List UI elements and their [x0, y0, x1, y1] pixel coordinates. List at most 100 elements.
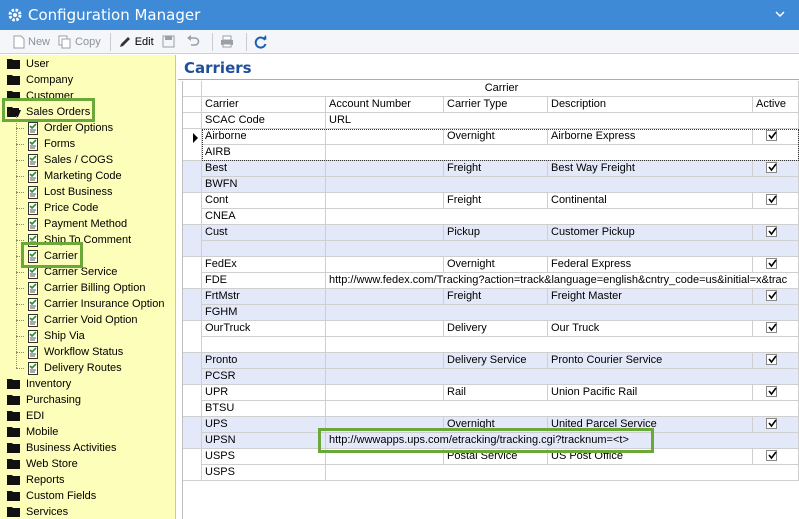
save-button[interactable]	[159, 32, 181, 52]
cell-carrier[interactable]: Airborne	[202, 129, 326, 145]
copy-button[interactable]: Copy	[55, 32, 104, 52]
cell-active[interactable]	[753, 353, 799, 369]
refresh-button[interactable]	[251, 32, 274, 52]
cell-active[interactable]	[753, 449, 799, 465]
cell-active[interactable]	[753, 161, 799, 177]
cell-account[interactable]	[326, 161, 444, 177]
cell-scac-code[interactable]: BTSU	[202, 401, 326, 417]
cell-carrier[interactable]: UPS	[202, 417, 326, 433]
tree-item-company[interactable]: Company	[7, 72, 73, 88]
cell-description[interactable]: Customer Pickup	[548, 225, 753, 241]
cell-description[interactable]: Airborne Express	[548, 129, 753, 145]
cell-type[interactable]: Freight	[444, 289, 548, 305]
active-checkbox[interactable]	[766, 194, 777, 205]
tree-item-business-activities[interactable]: Business Activities	[7, 440, 116, 456]
active-checkbox[interactable]	[766, 258, 777, 269]
row-indicator[interactable]	[183, 129, 202, 161]
tree-item-delivery-routes[interactable]: Delivery Routes	[26, 360, 122, 376]
cell-type[interactable]: Freight	[444, 161, 548, 177]
cell-scac-code[interactable]: FGHM	[202, 305, 326, 321]
cell-scac-code[interactable]	[202, 337, 326, 353]
cell-url[interactable]	[326, 177, 799, 193]
cell-carrier[interactable]: UPR	[202, 385, 326, 401]
tree-item-purchasing[interactable]: Purchasing	[7, 392, 81, 408]
row-indicator[interactable]	[183, 289, 202, 321]
cell-description[interactable]: Pronto Courier Service	[548, 353, 753, 369]
cell-scac-code[interactable]: AIRB	[202, 145, 326, 161]
cell-account[interactable]	[326, 289, 444, 305]
cell-type[interactable]: Overnight	[444, 257, 548, 273]
tree-item-order-options[interactable]: Order Options	[26, 120, 113, 136]
tree-item-inventory[interactable]: Inventory	[7, 376, 71, 392]
cell-scac-code[interactable]: PCSR	[202, 369, 326, 385]
active-checkbox[interactable]	[766, 354, 777, 365]
tree-item-price-code[interactable]: Price Code	[26, 200, 98, 216]
cell-carrier[interactable]: OurTruck	[202, 321, 326, 337]
cell-carrier[interactable]: USPS	[202, 449, 326, 465]
row-indicator[interactable]	[183, 193, 202, 225]
row-indicator[interactable]	[183, 257, 202, 289]
print-button[interactable]	[217, 32, 240, 52]
active-checkbox[interactable]	[766, 162, 777, 173]
cell-scac-code[interactable]	[202, 241, 326, 257]
tree-item-payment-method[interactable]: Payment Method	[26, 216, 127, 232]
active-checkbox[interactable]	[766, 386, 777, 397]
tree-item-carrier-billing-option[interactable]: Carrier Billing Option	[26, 280, 145, 296]
active-checkbox[interactable]	[766, 450, 777, 461]
tree-item-carrier-insurance-option[interactable]: Carrier Insurance Option	[26, 296, 164, 312]
cell-scac-code[interactable]: UPSN	[202, 433, 326, 449]
tree-item-sales-cogs[interactable]: Sales / COGS	[26, 152, 113, 168]
cell-type[interactable]: Freight	[444, 193, 548, 209]
cell-url[interactable]	[326, 305, 799, 321]
row-indicator[interactable]	[183, 449, 202, 481]
active-checkbox[interactable]	[766, 418, 777, 429]
cell-active[interactable]	[753, 129, 799, 145]
cell-active[interactable]	[753, 385, 799, 401]
cell-active[interactable]	[753, 417, 799, 433]
cell-scac-code[interactable]: USPS	[202, 465, 326, 481]
active-checkbox[interactable]	[766, 322, 777, 333]
cell-url[interactable]: http://www.fedex.com/Tracking?action=tra…	[326, 273, 799, 289]
column-header[interactable]: Description	[548, 97, 753, 113]
cell-active[interactable]	[753, 225, 799, 241]
cell-url[interactable]	[326, 337, 799, 353]
active-checkbox[interactable]	[766, 130, 777, 141]
active-checkbox[interactable]	[766, 290, 777, 301]
cell-description[interactable]: Our Truck	[548, 321, 753, 337]
cell-active[interactable]	[753, 289, 799, 305]
row-indicator[interactable]	[183, 353, 202, 385]
cell-account[interactable]	[326, 193, 444, 209]
column-header[interactable]: SCAC Code	[202, 113, 326, 129]
cell-url[interactable]	[326, 209, 799, 225]
tree-item-reports[interactable]: Reports	[7, 472, 65, 488]
cell-carrier[interactable]: Cont	[202, 193, 326, 209]
cell-scac-code[interactable]: CNEA	[202, 209, 326, 225]
cell-type[interactable]: Delivery Service	[444, 353, 548, 369]
cell-carrier[interactable]: Best	[202, 161, 326, 177]
cell-url[interactable]	[326, 145, 799, 161]
cell-active[interactable]	[753, 193, 799, 209]
cell-active[interactable]	[753, 257, 799, 273]
cell-url[interactable]	[326, 401, 799, 417]
tree-item-web-store[interactable]: Web Store	[7, 456, 78, 472]
cell-account[interactable]	[326, 321, 444, 337]
cell-url[interactable]	[326, 465, 799, 481]
tree-item-carrier-void-option[interactable]: Carrier Void Option	[26, 312, 138, 328]
cell-description[interactable]: Continental	[548, 193, 753, 209]
cell-account[interactable]	[326, 353, 444, 369]
tree-item-forms[interactable]: Forms	[26, 136, 75, 152]
cell-account[interactable]	[326, 129, 444, 145]
cell-scac-code[interactable]: FDE	[202, 273, 326, 289]
cell-carrier[interactable]: FrtMstr	[202, 289, 326, 305]
cell-account[interactable]	[326, 385, 444, 401]
cell-type[interactable]: Rail	[444, 385, 548, 401]
cell-description[interactable]: Freight Master	[548, 289, 753, 305]
row-indicator[interactable]	[183, 225, 202, 257]
active-checkbox[interactable]	[766, 226, 777, 237]
row-indicator[interactable]	[183, 385, 202, 417]
column-header[interactable]: URL	[326, 113, 799, 129]
new-button[interactable]: New	[10, 32, 53, 52]
cell-carrier[interactable]: FedEx	[202, 257, 326, 273]
row-indicator[interactable]	[183, 417, 202, 449]
chevron-down-icon[interactable]	[775, 9, 785, 22]
